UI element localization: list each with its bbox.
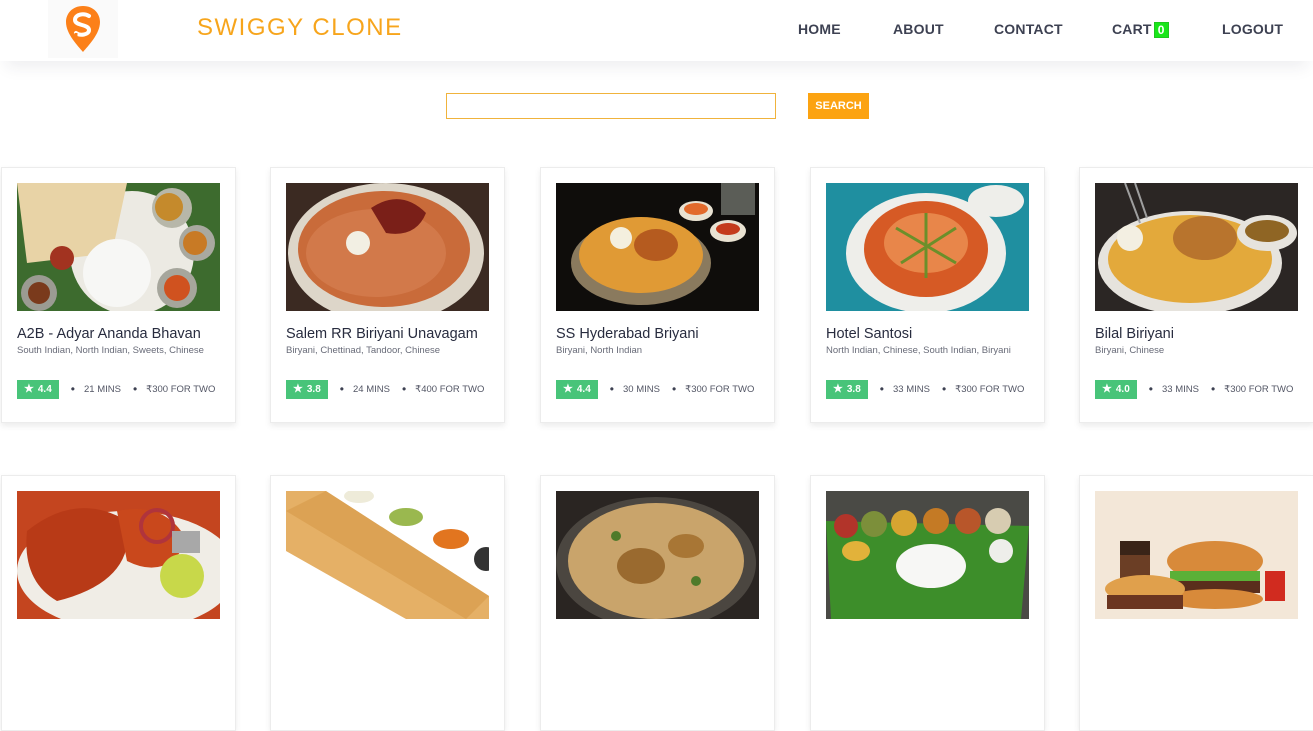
nav-contact[interactable]: CONTACT <box>994 21 1063 37</box>
restaurant-meta: ★ 4.4 • 30 MINS • ₹300 FOR TWO <box>556 379 766 399</box>
biryani-plate-image <box>286 183 489 311</box>
cart-count-badge: 0 <box>1153 22 1169 38</box>
star-icon: ★ <box>1102 382 1112 395</box>
restaurant-cuisine: Biryani, Chettinad, Tandoor, Chinese <box>286 345 441 356</box>
separator-dot: • <box>1210 382 1216 396</box>
delivery-time: 21 MINS <box>83 383 121 395</box>
star-icon: ★ <box>563 382 573 395</box>
restaurant-cuisine: North Indian, Chinese, South Indian, Bir… <box>826 345 1011 356</box>
top-header: SWIGGY CLONE HOME ABOUT CONTACT CART 0 LO… <box>0 0 1313 61</box>
biryani-bowl-image <box>556 183 759 311</box>
delivery-time: 30 MINS <box>622 383 660 395</box>
restaurant-meta: ★ 3.8 • 24 MINS • ₹400 FOR TWO <box>286 379 496 399</box>
restaurant-meta: ★ 3.8 • 33 MINS • ₹300 FOR TWO <box>826 379 1036 399</box>
separator-dot: • <box>339 382 344 396</box>
restaurant-name: Hotel Santosi <box>826 326 913 342</box>
separator-dot: • <box>132 382 138 396</box>
restaurant-card[interactable] <box>1079 475 1313 731</box>
separator-dot: • <box>70 382 75 396</box>
cost-for-two: ₹300 FOR TWO <box>685 383 755 395</box>
rating-badge: ★ 3.8 <box>826 379 868 399</box>
rating-badge: ★ 4.4 <box>556 379 598 399</box>
star-icon: ★ <box>24 382 34 395</box>
nav-home[interactable]: HOME <box>798 21 841 37</box>
restaurant-card[interactable]: Hotel Santosi North Indian, Chinese, Sou… <box>810 167 1045 423</box>
rating-badge: ★ 3.8 <box>286 379 328 399</box>
restaurant-name: A2B - Adyar Ananda Bhavan <box>17 326 201 342</box>
delivery-time: 33 MINS <box>1161 383 1199 395</box>
tandoori-chicken-image <box>17 491 220 619</box>
restaurant-card[interactable] <box>810 475 1045 731</box>
restaurant-meta: ★ 4.4 • 21 MINS • ₹300 FOR TWO <box>17 379 227 399</box>
restaurant-name: Bilal Biriyani <box>1095 326 1174 342</box>
restaurant-card[interactable]: Bilal Biriyani Biryani, Chinese ★ 4.0 • 3… <box>1079 167 1313 423</box>
burger-combo-image <box>1095 491 1298 619</box>
restaurant-meta: ★ 4.0 • 33 MINS • ₹300 FOR TWO <box>1095 379 1305 399</box>
restaurant-card[interactable]: A2B - Adyar Ananda Bhavan South Indian, … <box>1 167 236 423</box>
delivery-time: 24 MINS <box>352 383 390 395</box>
biryani-top-view-image <box>556 491 759 619</box>
swiggy-logo-icon[interactable] <box>48 0 118 58</box>
separator-dot: • <box>1148 382 1153 396</box>
restaurant-cuisine: Biryani, Chinese <box>1095 345 1165 356</box>
restaurant-card[interactable] <box>270 475 505 731</box>
restaurant-name: Salem RR Biriyani Unavagam <box>286 326 478 342</box>
delivery-time: 33 MINS <box>892 383 930 395</box>
thali-dosa-image <box>17 183 220 311</box>
separator-dot: • <box>609 382 614 396</box>
chicken-biryani-image <box>1095 183 1298 311</box>
separator-dot: • <box>401 382 407 396</box>
search-input[interactable] <box>446 93 776 119</box>
restaurant-name: SS Hyderabad Briyani <box>556 326 699 342</box>
separator-dot: • <box>879 382 884 396</box>
cost-for-two: ₹300 FOR TWO <box>146 383 216 395</box>
restaurant-cuisine: South Indian, North Indian, Sweets, Chin… <box>17 345 204 356</box>
nav-cart[interactable]: CART 0 <box>1112 21 1169 38</box>
rating-badge: ★ 4.0 <box>1095 379 1137 399</box>
nav-about[interactable]: ABOUT <box>893 21 944 37</box>
star-icon: ★ <box>293 382 303 395</box>
cost-for-two: ₹300 FOR TWO <box>955 383 1025 395</box>
search-button[interactable]: SEARCH <box>808 93 869 119</box>
restaurant-card[interactable] <box>540 475 775 731</box>
cost-for-two: ₹300 FOR TWO <box>1224 383 1294 395</box>
restaurant-card[interactable]: Salem RR Biriyani Unavagam Biryani, Chet… <box>270 167 505 423</box>
curry-bowl-image <box>826 183 1029 311</box>
restaurant-card[interactable] <box>1 475 236 731</box>
restaurant-cuisine: Biryani, North Indian <box>556 345 643 356</box>
separator-dot: • <box>671 382 677 396</box>
star-icon: ★ <box>833 382 843 395</box>
nav-logout[interactable]: LOGOUT <box>1222 21 1283 37</box>
dosa-chutney-image <box>286 491 489 619</box>
banana-leaf-meal-image <box>826 491 1029 619</box>
brand-title[interactable]: SWIGGY CLONE <box>197 14 403 42</box>
restaurant-card[interactable]: SS Hyderabad Briyani Biryani, North Indi… <box>540 167 775 423</box>
nav-cart-label: CART <box>1112 21 1152 37</box>
cost-for-two: ₹400 FOR TWO <box>415 383 485 395</box>
separator-dot: • <box>941 382 947 396</box>
rating-badge: ★ 4.4 <box>17 379 59 399</box>
